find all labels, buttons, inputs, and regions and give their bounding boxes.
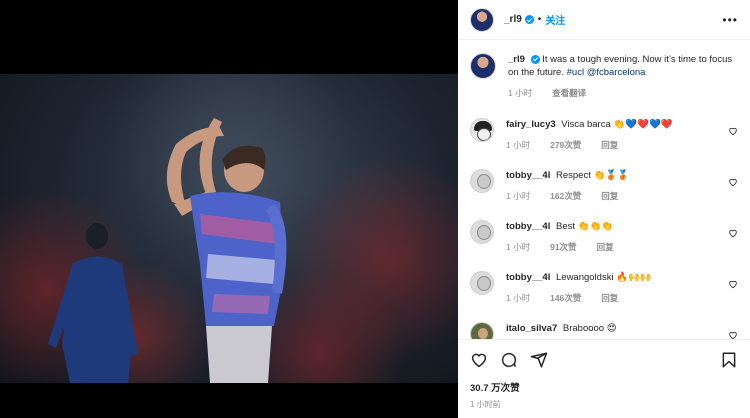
reply-button[interactable]: 回复 (601, 139, 618, 152)
comment-text: Visca barca (561, 119, 611, 130)
comment-like-heart-icon[interactable] (728, 279, 738, 289)
post-actions: 30.7 万次赞 1 小时前 (458, 339, 750, 418)
commenter-avatar[interactable] (470, 169, 494, 193)
comment-text: Best (556, 221, 576, 232)
reply-button[interactable]: 回复 (597, 241, 614, 254)
commenter-username[interactable]: tobby__4l (506, 221, 550, 232)
heart-icon[interactable] (470, 351, 488, 369)
comments-list[interactable]: _rl9 It was a tough evening. Now it’s ti… (458, 41, 750, 339)
author-avatar[interactable] (470, 7, 494, 32)
comment-time: 1 小时 (506, 293, 531, 303)
comment-likes[interactable]: 91次赞 (550, 241, 576, 254)
comment-emojis: 👏👏👏 (577, 221, 614, 232)
translate-link[interactable]: 查看翻译 (552, 87, 586, 100)
comment-item: tobby__4l Best 👏👏👏 1 小时 91次赞 回复 (470, 220, 738, 254)
header-separator: • (537, 14, 542, 25)
comment-item: tobby__4l Respect 👏🥉🥉 1 小时 162次赞 回复 (470, 169, 738, 203)
share-icon[interactable] (530, 351, 548, 369)
comment-time: 1 小时 (506, 140, 531, 150)
commenter-avatar[interactable] (470, 322, 494, 339)
author-username[interactable]: _rl9 (504, 14, 522, 25)
commenter-avatar[interactable] (470, 271, 494, 295)
comment-time: 1 小时 (506, 191, 531, 201)
caption-username[interactable]: _rl9 (508, 54, 525, 65)
caption-mention[interactable]: @fcbarcelona (587, 67, 646, 78)
commenter-username[interactable]: tobby__4l (506, 272, 550, 283)
commenter-username[interactable]: tobby__4l (506, 170, 550, 181)
comment-like-heart-icon[interactable] (728, 330, 738, 339)
verified-badge-icon (530, 54, 540, 64)
caption-avatar[interactable] (470, 53, 496, 79)
follow-button[interactable]: 关注 (545, 12, 565, 27)
comment-text: Lewangoldski (556, 272, 614, 283)
comment-item: tobby__4l Lewangoldski 🔥🙌🙌 1 小时 146次赞 回复 (470, 271, 738, 305)
reply-button[interactable]: 回复 (601, 190, 618, 203)
comment-emojis: 👏🥉🥉 (593, 170, 630, 181)
comment-emojis: 😍 (606, 323, 617, 334)
caption-time: 1 小时 (508, 88, 533, 98)
commenter-avatar[interactable] (470, 220, 494, 244)
player-photo (48, 118, 287, 383)
comment-emojis: 🔥🙌🙌 (616, 272, 652, 283)
comment-likes[interactable]: 146次赞 (550, 292, 581, 305)
likes-count[interactable]: 30.7 万次赞 (470, 380, 738, 394)
post-photo (0, 74, 458, 383)
comment-item: italo_silva7 Braboooo 😍 (470, 322, 738, 339)
comment-like-heart-icon[interactable] (728, 177, 738, 187)
comment-like-heart-icon[interactable] (728, 228, 738, 238)
comment-icon[interactable] (500, 351, 518, 369)
comment-item: fairy_lucy3 Visca barca 👏💙❤️💙❤️ 1 小时 279… (470, 118, 738, 152)
more-options-icon[interactable]: ••• (722, 13, 738, 27)
post-header: _rl9 • 关注 ••• (458, 0, 750, 40)
comment-like-heart-icon[interactable] (728, 126, 738, 136)
commenter-username[interactable]: italo_silva7 (506, 323, 557, 334)
post-media (0, 0, 458, 418)
reply-button[interactable]: 回复 (601, 292, 618, 305)
commenter-username[interactable]: fairy_lucy3 (506, 119, 556, 130)
comment-text: Braboooo (562, 323, 605, 334)
commenter-avatar[interactable] (470, 118, 494, 142)
caption-hashtag[interactable]: #ucl (567, 67, 584, 78)
post-time: 1 小时前 (470, 400, 501, 409)
post-panel: _rl9 • 关注 ••• _rl9 It was a tough evenin… (458, 0, 750, 418)
comment-likes[interactable]: 162次赞 (550, 190, 581, 203)
post-caption: _rl9 It was a tough evening. Now it’s ti… (470, 53, 738, 100)
comment-time: 1 小时 (506, 242, 531, 252)
comment-emojis: 👏💙❤️💙❤️ (613, 119, 673, 130)
comment-text: Respect (556, 170, 591, 181)
verified-badge-icon (524, 15, 534, 24)
comment-likes[interactable]: 279次赞 (550, 139, 581, 152)
bookmark-icon[interactable] (720, 351, 738, 369)
